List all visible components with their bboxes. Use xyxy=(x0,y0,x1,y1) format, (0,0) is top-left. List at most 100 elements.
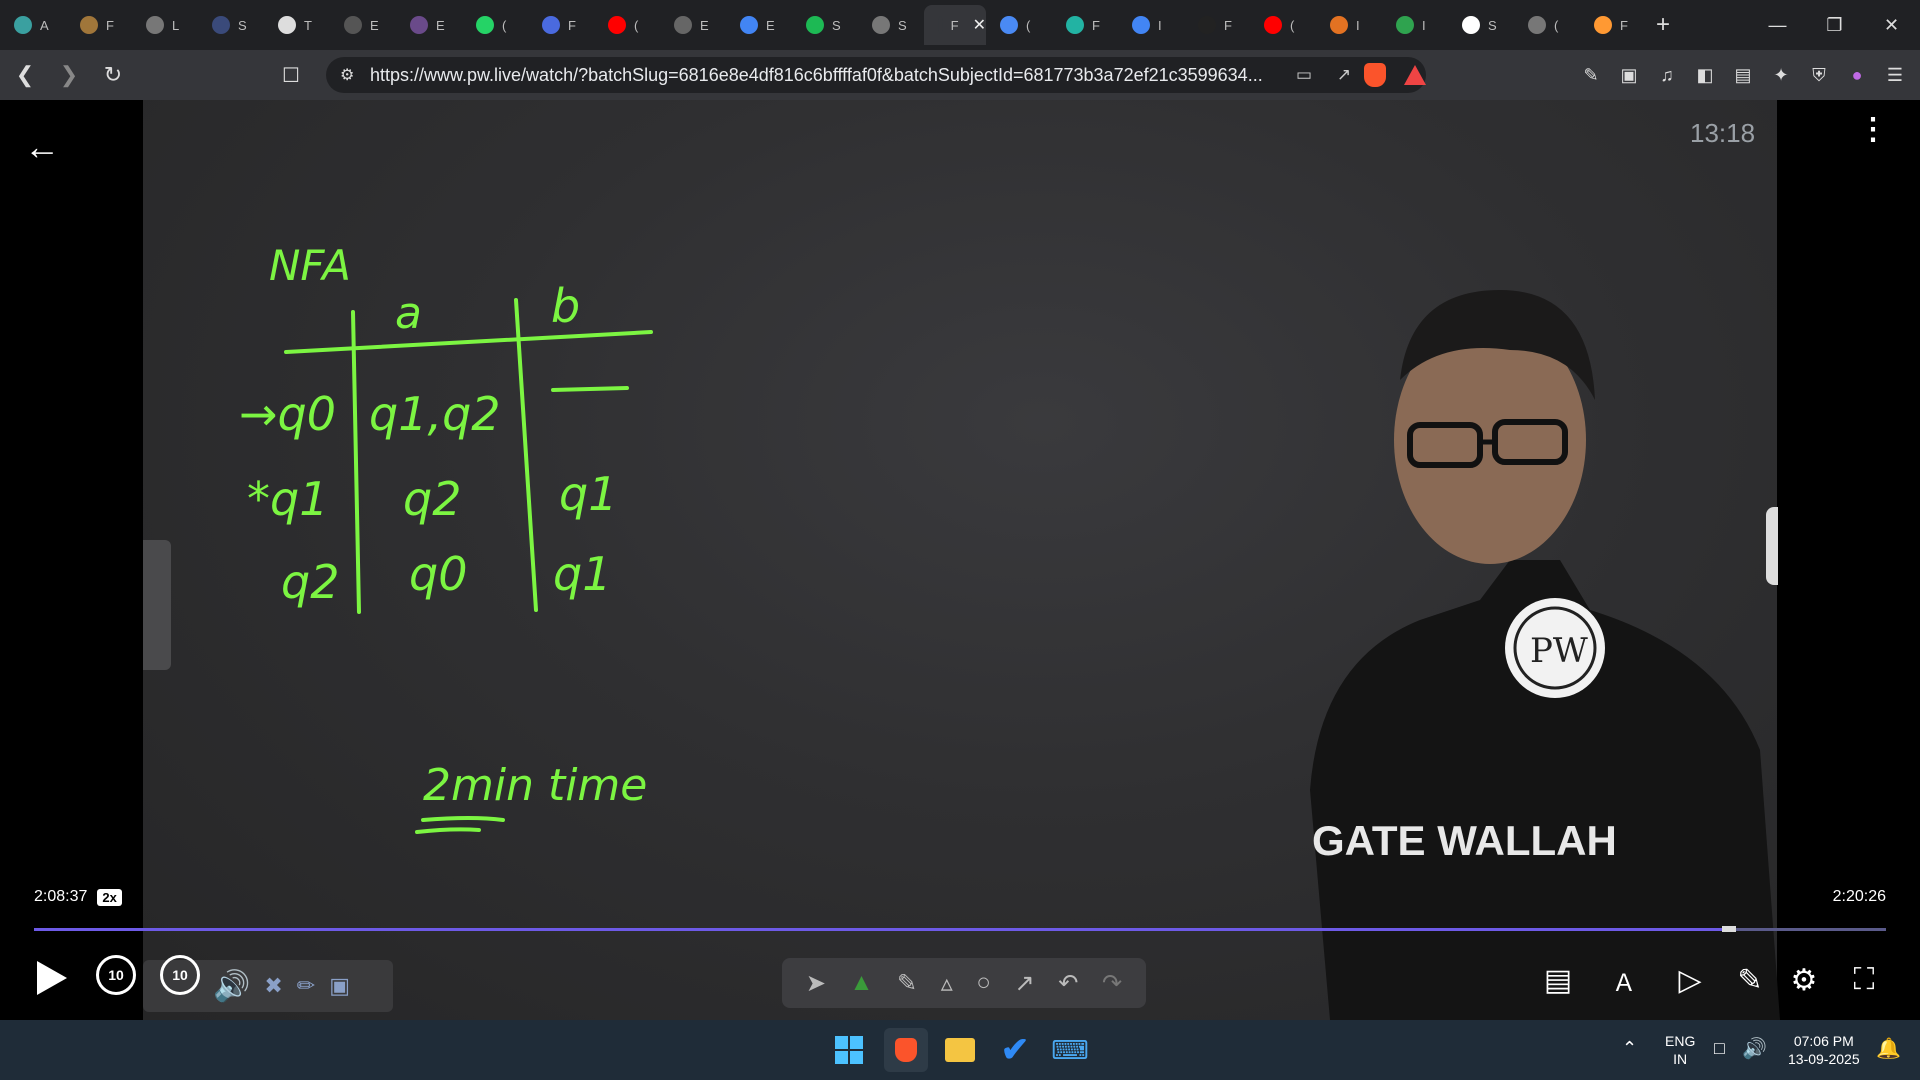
chat-button[interactable]: ▤ xyxy=(1536,958,1580,1002)
vpn-icon[interactable]: ⛨ xyxy=(1804,65,1834,86)
right-panel-handle[interactable] xyxy=(1766,507,1778,585)
browser-tab[interactable]: F xyxy=(1580,5,1646,45)
site-icon xyxy=(674,16,692,34)
browser-tab[interactable]: I xyxy=(1316,5,1382,45)
volume-icon[interactable]: 🔊 xyxy=(213,969,250,1004)
eraser-tool-icon[interactable]: ▵ xyxy=(941,969,953,998)
browser-tab[interactable]: F ✕ xyxy=(924,5,986,45)
notification-bell-icon[interactable]: 🔔 xyxy=(1876,1036,1901,1061)
tray-chevron-icon[interactable]: ⌃ xyxy=(1622,1038,1637,1059)
start-button[interactable] xyxy=(827,1028,871,1072)
shape-tool-icon[interactable]: ○ xyxy=(976,969,991,997)
close-window-button[interactable]: ✕ xyxy=(1863,0,1920,50)
tab-strip: A F L S T E E(F(E E S S F ✕(F I F(I I S(F + xyxy=(0,0,1920,50)
translate-button[interactable]: Ａ xyxy=(1602,958,1646,1002)
site-settings-icon[interactable]: ⚙ xyxy=(340,65,370,85)
tab-title: F xyxy=(1092,17,1100,33)
bookmark-icon[interactable]: ☐ xyxy=(282,63,312,88)
wallet-icon[interactable]: ▤ xyxy=(1728,65,1758,86)
screenshot-icon[interactable]: ▣ xyxy=(1614,65,1644,86)
taskbar-file-explorer[interactable] xyxy=(938,1028,982,1072)
browser-tab[interactable]: ( xyxy=(1514,5,1580,45)
tab-title: F xyxy=(106,17,114,33)
play-button[interactable] xyxy=(32,955,72,1001)
brave-shields-icon[interactable] xyxy=(1364,63,1386,87)
seek-bar[interactable] xyxy=(34,926,1886,932)
new-tab-button[interactable]: + xyxy=(1656,11,1670,39)
minimize-button[interactable]: — xyxy=(1749,0,1806,50)
browser-tab[interactable]: S xyxy=(858,5,924,45)
reload-button[interactable]: ↻ xyxy=(94,56,132,94)
bookmark-app-icon xyxy=(542,16,560,34)
browser-tab[interactable]: E xyxy=(396,5,462,45)
browser-tab[interactable]: L xyxy=(132,5,198,45)
tab-title: ( xyxy=(1290,17,1295,33)
image-tool-icon[interactable]: ▣ xyxy=(329,973,350,999)
notes-button[interactable]: ✎ xyxy=(1728,958,1772,1002)
redo-icon[interactable]: ↷ xyxy=(1102,969,1122,998)
india-flag-icon xyxy=(1594,16,1612,34)
language-indicator[interactable]: ENG IN xyxy=(1665,1032,1695,1068)
browser-tab[interactable]: F xyxy=(66,5,132,45)
media-icon[interactable]: ♫ xyxy=(1652,65,1682,86)
rewind-label: 10 xyxy=(108,967,124,983)
pen-tool-icon[interactable]: ✏ xyxy=(297,973,315,999)
speaker-icon[interactable]: 🔊 xyxy=(1742,1036,1767,1061)
menu-icon[interactable]: ☰ xyxy=(1880,65,1910,86)
more-options-icon[interactable]: ⋮ xyxy=(1858,115,1888,145)
highlighter-tool-icon[interactable]: ✎ xyxy=(897,969,917,998)
tools-icon[interactable]: ✖ xyxy=(264,973,282,999)
tab-title: L xyxy=(172,17,180,33)
left-panel-handle[interactable] xyxy=(143,540,171,670)
browser-tab[interactable]: I xyxy=(1382,5,1448,45)
browser-tab[interactable]: I xyxy=(1118,5,1184,45)
sidebar-icon[interactable]: ◧ xyxy=(1690,65,1720,86)
close-tab-icon[interactable]: ✕ xyxy=(973,15,986,35)
taskbar-keyboard[interactable]: ⌨ xyxy=(1048,1028,1092,1072)
back-button[interactable]: ❮ xyxy=(6,56,44,94)
browser-tab[interactable]: F xyxy=(1052,5,1118,45)
pointer-tool-icon[interactable]: ➤ xyxy=(806,969,826,998)
browser-tab[interactable]: S xyxy=(1448,5,1514,45)
fullscreen-button[interactable]: ⛶ xyxy=(1842,958,1886,1002)
forward-button[interactable]: ❯ xyxy=(50,56,88,94)
profile-icon[interactable]: ● xyxy=(1842,65,1872,86)
taskbar-brave[interactable] xyxy=(884,1028,928,1072)
browser-tab[interactable]: ( xyxy=(594,5,660,45)
browser-tab[interactable]: S xyxy=(198,5,264,45)
current-time-group: 2:08:37 2x xyxy=(34,888,122,906)
brave-rewards-icon[interactable] xyxy=(1404,65,1426,85)
browser-tab[interactable]: ( xyxy=(1250,5,1316,45)
share-icon[interactable]: ↗ xyxy=(1324,65,1364,85)
browser-tab[interactable]: E xyxy=(660,5,726,45)
browser-tab[interactable]: ( xyxy=(986,5,1052,45)
browser-tab[interactable]: F xyxy=(1184,5,1250,45)
address-bar[interactable]: ⚙ https://www.pw.live/watch/?batchSlug=6… xyxy=(326,57,1426,93)
rewind-10-button[interactable]: 10 xyxy=(96,955,136,995)
network-icon[interactable]: □ xyxy=(1714,1038,1725,1059)
url-text[interactable]: https://www.pw.live/watch/?batchSlug=681… xyxy=(370,65,1284,86)
browser-tab[interactable]: E xyxy=(330,5,396,45)
settings-button[interactable]: ⚙ xyxy=(1782,958,1826,1002)
browser-tab[interactable]: E xyxy=(726,5,792,45)
arrow-tool-icon[interactable]: ↗ xyxy=(1015,969,1035,998)
browser-tab[interactable]: T xyxy=(264,5,330,45)
undo-icon[interactable]: ↶ xyxy=(1058,969,1078,998)
taskbar-todo[interactable]: ✔ xyxy=(993,1028,1037,1072)
browser-tab[interactable]: F xyxy=(528,5,594,45)
player-back-icon[interactable]: ← xyxy=(24,126,60,168)
leo-ai-icon[interactable]: ✦ xyxy=(1766,65,1796,86)
clock[interactable]: 07:06 PM 13-09-2025 xyxy=(1788,1032,1860,1068)
marker-tool-icon[interactable]: ▲ xyxy=(850,969,874,997)
extensions-icon[interactable]: ✎ xyxy=(1576,65,1606,86)
browser-tab[interactable]: A xyxy=(0,5,66,45)
cast-icon[interactable]: ▭ xyxy=(1284,65,1324,85)
browser-tab[interactable]: ( xyxy=(462,5,528,45)
video-player[interactable]: NFA a b →q0 q1,q2 *q1 q2 q1 q2 q0 q1 2mi… xyxy=(0,100,1920,1020)
browser-tab[interactable]: S xyxy=(792,5,858,45)
restore-button[interactable]: ❐ xyxy=(1806,0,1863,50)
speed-badge[interactable]: 2x xyxy=(97,888,122,906)
pip-button[interactable]: ▷ xyxy=(1668,958,1712,1002)
forward-10-button[interactable]: 10 xyxy=(160,955,200,995)
seek-bar-handle[interactable] xyxy=(1721,926,1736,932)
